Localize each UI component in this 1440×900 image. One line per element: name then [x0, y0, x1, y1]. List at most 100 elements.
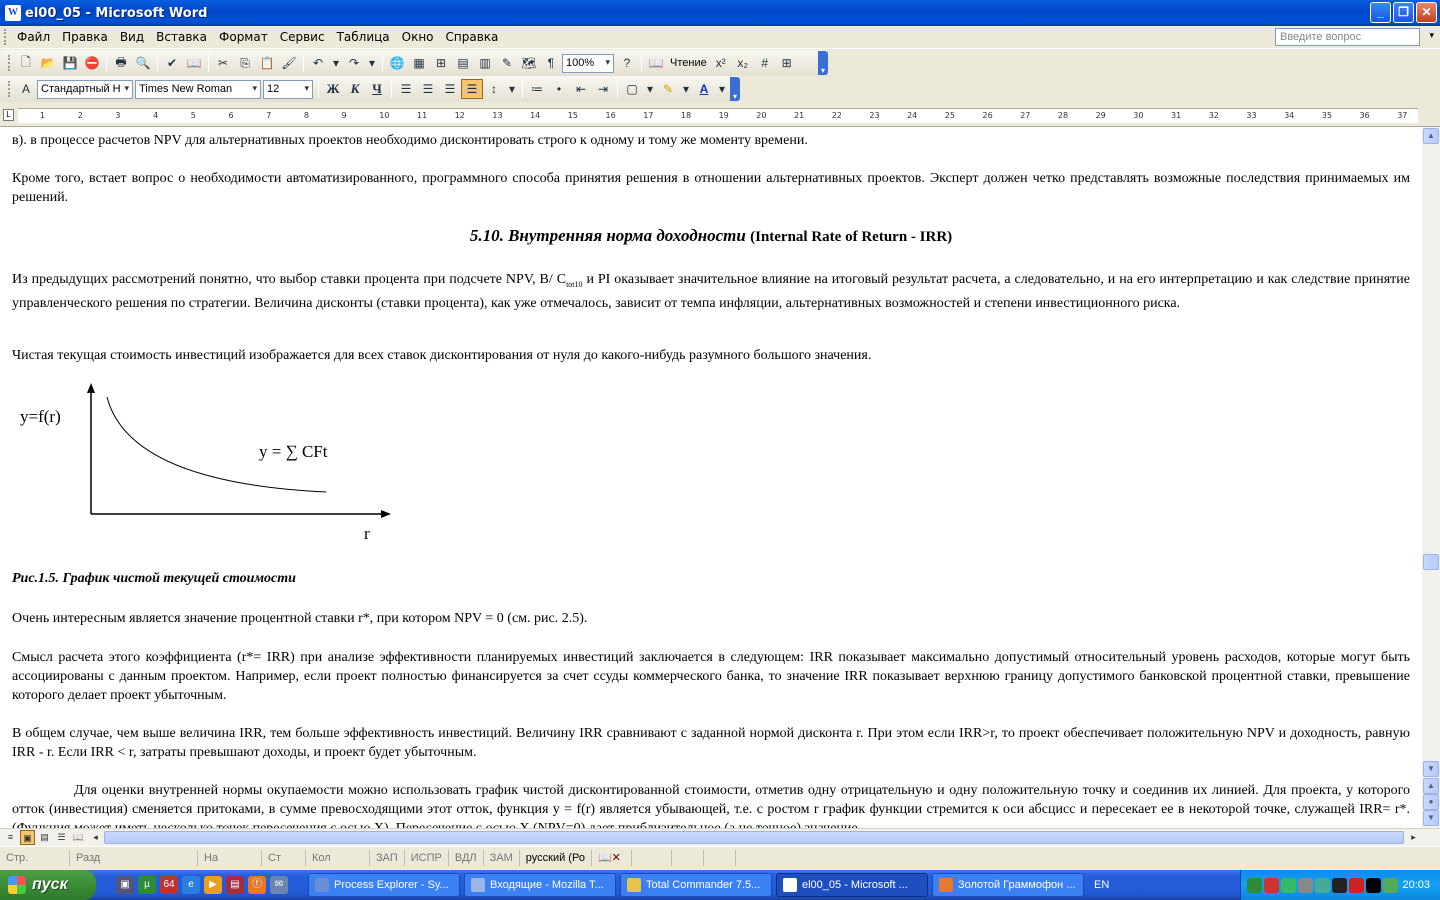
minimize-button[interactable]: _: [1370, 2, 1391, 23]
menu-window[interactable]: Окно: [396, 28, 440, 46]
tables-borders-icon[interactable]: ▦: [408, 53, 430, 73]
tray-app-icon[interactable]: [1366, 877, 1381, 893]
tray-settings-icon[interactable]: [1298, 877, 1313, 893]
select-browse-object-icon[interactable]: ●: [1423, 794, 1439, 810]
align-right-icon[interactable]: ☰: [439, 79, 461, 99]
menu-format[interactable]: Формат: [213, 28, 274, 46]
show-desktop-icon[interactable]: ▣: [116, 876, 134, 894]
reading-view-icon[interactable]: 📖: [71, 830, 86, 845]
styles-icon[interactable]: A: [15, 79, 37, 99]
utorrent-icon[interactable]: µ: [138, 876, 156, 894]
style-select[interactable]: Стандартный Н: [37, 79, 133, 99]
redo-icon[interactable]: ↷: [343, 53, 365, 73]
tray-sync-icon[interactable]: [1315, 877, 1330, 893]
task-word[interactable]: el00_05 - Microsoft ...: [776, 873, 928, 897]
subscript-icon[interactable]: x₂: [732, 53, 754, 73]
read-button-label[interactable]: Чтение: [667, 57, 710, 69]
web-view-icon[interactable]: ▣: [20, 830, 35, 845]
status-track-changes[interactable]: ИСПР: [405, 849, 449, 866]
menu-grip[interactable]: [4, 29, 7, 45]
spelling-status-icon[interactable]: 📖✕: [592, 849, 632, 866]
superscript-icon[interactable]: x²: [710, 53, 732, 73]
line-spacing-icon[interactable]: ↕: [483, 79, 505, 99]
normal-view-icon[interactable]: ≡: [3, 830, 18, 845]
word-app-icon[interactable]: W: [5, 5, 21, 21]
menu-edit[interactable]: Правка: [56, 28, 114, 46]
tray-network-icon[interactable]: [1281, 877, 1296, 893]
font-color-icon[interactable]: A: [693, 79, 715, 99]
menu-file[interactable]: Файл: [11, 28, 56, 46]
task-thunderbird[interactable]: Входящие - Mozilla T...: [464, 873, 616, 897]
menu-table[interactable]: Таблица: [331, 28, 396, 46]
menu-view[interactable]: Вид: [114, 28, 150, 46]
increase-indent-icon[interactable]: ⇥: [592, 79, 614, 99]
font-size-select[interactable]: 12: [263, 79, 313, 99]
tray-antivirus-icon[interactable]: [1264, 877, 1279, 893]
insert-excel-icon[interactable]: ▤: [452, 53, 474, 73]
columns-icon[interactable]: ▥: [474, 53, 496, 73]
align-left-icon[interactable]: ☰: [395, 79, 417, 99]
cut-icon[interactable]: ✂: [212, 53, 234, 73]
insert-table-icon[interactable]: ⊞: [430, 53, 452, 73]
highlight-icon[interactable]: ✎: [657, 79, 679, 99]
ruler-track[interactable]: 1 2 3 4 5 6 7 8 9 10 11 12 13 14 15 16 17 18 19 20 21 22 23 24 2…: [18, 108, 1418, 123]
ask-dropdown-icon[interactable]: ▾: [1429, 30, 1434, 41]
menu-insert[interactable]: Вставка: [150, 28, 213, 46]
grid-icon[interactable]: #: [754, 53, 776, 73]
vertical-scrollbar[interactable]: ▲ ▼ ▲ ● ▼: [1422, 127, 1440, 828]
zoom-select[interactable]: 100%: [562, 53, 614, 73]
status-extend[interactable]: ВДЛ: [449, 849, 484, 866]
maximize-button[interactable]: ❐: [1393, 2, 1414, 23]
undo-dropdown-icon[interactable]: ▾: [329, 53, 343, 73]
open-folder-icon[interactable]: 📂: [37, 53, 59, 73]
thunderbird-icon[interactable]: ✉: [270, 876, 288, 894]
tab-selector-icon[interactable]: L: [3, 109, 14, 121]
document-map-icon[interactable]: 🗺: [518, 53, 540, 73]
document-page[interactable]: в). в процессе расчетов NPV для альтерна…: [0, 127, 1422, 828]
tray-alert-icon[interactable]: [1349, 877, 1364, 893]
redo-dropdown-icon[interactable]: ▾: [365, 53, 379, 73]
scroll-left-icon[interactable]: ◂: [88, 830, 103, 845]
media-player-icon[interactable]: ▶: [204, 876, 222, 894]
new-document-icon[interactable]: 🗋: [15, 53, 37, 73]
scroll-right-icon[interactable]: ▸: [1406, 830, 1421, 845]
close-button[interactable]: ✕: [1416, 2, 1437, 23]
status-overtype[interactable]: ЗАМ: [484, 849, 520, 866]
underline-button[interactable]: Ч: [366, 79, 388, 99]
copy-icon[interactable]: ⎘: [234, 53, 256, 73]
task-total-commander[interactable]: Total Commander 7.5...: [620, 873, 772, 897]
hyperlink-icon[interactable]: 🌐: [386, 53, 408, 73]
toolbar-grip[interactable]: [8, 55, 11, 71]
font-select[interactable]: Times New Roman: [135, 79, 261, 99]
task-process-explorer[interactable]: Process Explorer - Sy...: [308, 873, 460, 897]
vertical-scroll-thumb[interactable]: [1423, 554, 1439, 570]
horizontal-scroll-thumb[interactable]: [104, 831, 1404, 844]
line-spacing-dropdown-icon[interactable]: ▾: [505, 79, 519, 99]
start-button[interactable]: пуск: [0, 870, 96, 900]
horizontal-ruler[interactable]: L 1 2 3 4 5 6 7 8 9 10 11 12 13 14 15 16 17 18 19 20 21 22 23 2…: [0, 104, 1440, 127]
clock[interactable]: 20:03: [1402, 879, 1430, 891]
tray-nvidia-icon[interactable]: [1383, 877, 1398, 893]
show-hide-icon[interactable]: ¶: [540, 53, 562, 73]
paste-icon[interactable]: 📋: [256, 53, 278, 73]
tray-utorrent-icon[interactable]: [1247, 877, 1262, 893]
toolbar-options-icon[interactable]: ▾: [730, 77, 740, 101]
bullets-icon[interactable]: •: [548, 79, 570, 99]
status-language[interactable]: русский (Ро: [520, 849, 592, 866]
total-commander-icon[interactable]: ▤: [226, 876, 244, 894]
save-icon[interactable]: 💾: [59, 53, 81, 73]
scroll-down-icon[interactable]: ▼: [1423, 761, 1439, 777]
italic-button[interactable]: К: [344, 79, 366, 99]
next-page-icon[interactable]: ▼: [1423, 810, 1439, 826]
table-grid-icon[interactable]: ⊞: [776, 53, 798, 73]
print-layout-icon[interactable]: ▤: [37, 830, 52, 845]
drawing-icon[interactable]: ✎: [496, 53, 518, 73]
ask-question-input[interactable]: Введите вопрос: [1275, 28, 1420, 46]
read-icon[interactable]: 📖: [645, 53, 667, 73]
research-icon[interactable]: 📖: [183, 53, 205, 73]
highlight-dropdown-icon[interactable]: ▾: [679, 79, 693, 99]
permission-icon[interactable]: ⛔: [81, 53, 103, 73]
toolbar-options-icon[interactable]: ▾: [818, 51, 828, 75]
numbering-icon[interactable]: ≔: [526, 79, 548, 99]
undo-icon[interactable]: ↶: [307, 53, 329, 73]
